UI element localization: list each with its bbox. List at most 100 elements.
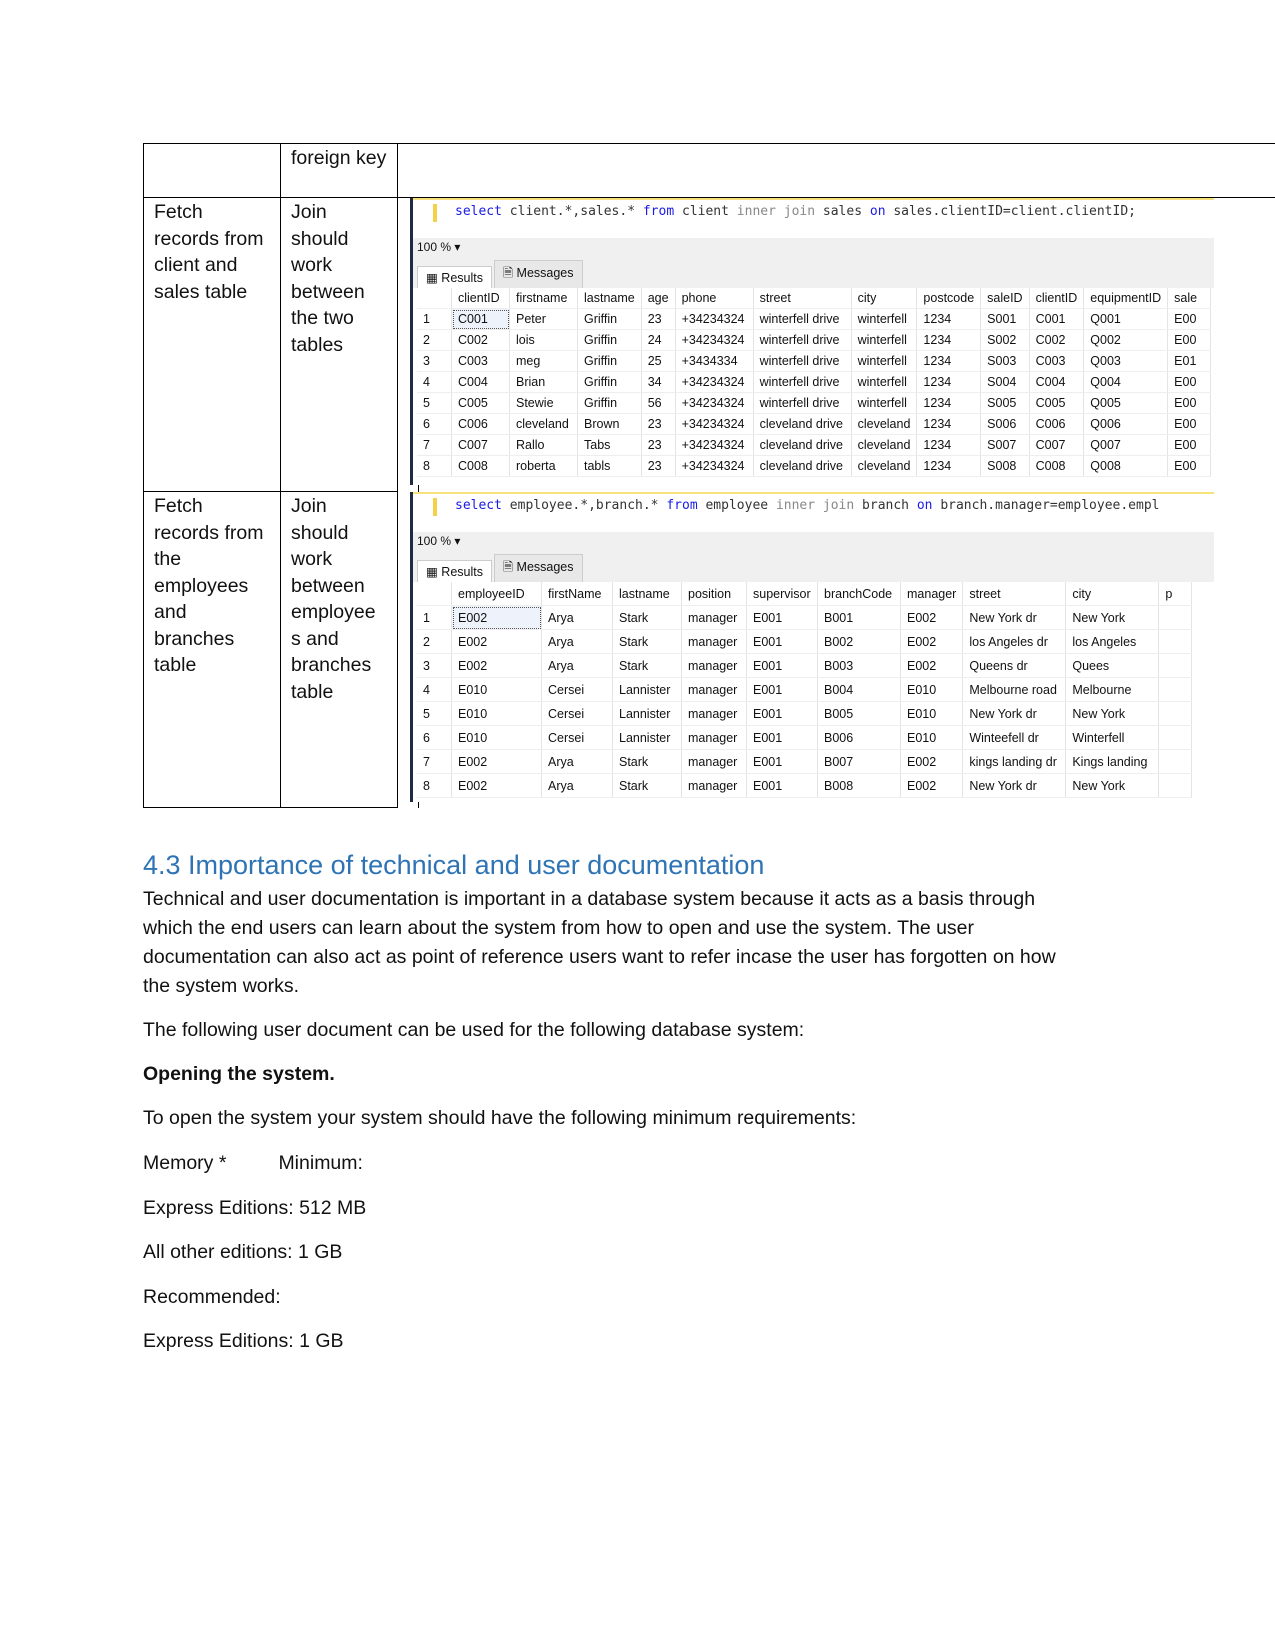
grid-cell[interactable]: winterfell — [851, 350, 918, 372]
grid-cell[interactable]: +34234324 — [675, 329, 754, 351]
grid-cell[interactable]: Arya — [541, 605, 613, 630]
grid-cell[interactable]: meg — [509, 350, 578, 372]
grid-cell[interactable]: los Angeles — [1065, 629, 1160, 654]
grid-cell[interactable]: manager — [681, 653, 747, 678]
grid-cell[interactable]: E002 — [900, 653, 964, 678]
grid-cell[interactable]: +34234324 — [675, 308, 754, 330]
grid-cell[interactable]: E001 — [746, 629, 818, 654]
grid-cell[interactable]: Cersei — [541, 701, 613, 726]
grid-cell[interactable] — [1158, 605, 1193, 630]
grid-cell[interactable]: Q006 — [1083, 413, 1169, 435]
grid-cell[interactable]: Melbourne road — [962, 677, 1067, 702]
grid-cell[interactable]: C007 — [1029, 434, 1085, 456]
grid-cell[interactable]: winterfell — [851, 371, 918, 393]
grid-cell[interactable]: Stark — [612, 749, 682, 774]
grid-cell[interactable]: E001 — [746, 677, 818, 702]
grid-cell[interactable]: C008 — [1029, 455, 1085, 477]
grid-cell[interactable]: 1234 — [916, 329, 982, 351]
grid-cell[interactable]: E001 — [746, 653, 818, 678]
grid-cell[interactable]: E002 — [900, 773, 964, 798]
grid-cell[interactable]: E00 — [1167, 371, 1212, 393]
grid-cell[interactable]: Winterfell — [1065, 725, 1160, 750]
grid-cell[interactable]: Lannister — [612, 701, 682, 726]
grid-cell[interactable]: S004 — [980, 371, 1030, 393]
grid-cell[interactable] — [1158, 749, 1193, 774]
column-header[interactable]: manager — [900, 582, 964, 606]
grid-cell[interactable]: S001 — [980, 308, 1030, 330]
grid-cell[interactable]: manager — [681, 725, 747, 750]
column-header[interactable]: lastname — [612, 582, 682, 606]
grid-cell[interactable]: New York dr — [962, 605, 1067, 630]
grid-cell[interactable]: 1234 — [916, 350, 982, 372]
column-header[interactable]: position — [681, 582, 747, 606]
grid-cell[interactable]: E001 — [746, 773, 818, 798]
grid-cell[interactable]: Melbourne — [1065, 677, 1160, 702]
sql-editor[interactable]: select client.*,sales.* from client inne… — [413, 198, 1214, 238]
grid-cell[interactable]: B005 — [817, 701, 901, 726]
grid-cell[interactable]: B003 — [817, 653, 901, 678]
grid-cell[interactable]: E00 — [1167, 308, 1212, 330]
grid-cell[interactable]: 1234 — [916, 371, 982, 393]
grid-cell[interactable]: winterfell drive — [753, 392, 852, 414]
grid-cell[interactable]: E00 — [1167, 392, 1212, 414]
grid-cell[interactable]: +34234324 — [675, 434, 754, 456]
grid-cell[interactable]: 1234 — [916, 413, 982, 435]
grid-cell[interactable]: E00 — [1167, 329, 1212, 351]
grid-cell[interactable]: S002 — [980, 329, 1030, 351]
grid-cell[interactable]: 5 — [417, 392, 452, 414]
grid-cell[interactable]: 7 — [417, 434, 452, 456]
grid-cell[interactable]: 4 — [417, 371, 452, 393]
grid-cell[interactable]: manager — [681, 701, 747, 726]
column-header[interactable]: clientID — [1029, 288, 1085, 309]
grid-cell[interactable]: Cersei — [541, 725, 613, 750]
grid-cell[interactable]: Stark — [612, 653, 682, 678]
grid-cell[interactable]: C002 — [1029, 329, 1085, 351]
grid-cell[interactable]: C004 — [1029, 371, 1085, 393]
grid-cell[interactable]: E002 — [900, 629, 964, 654]
grid-cell[interactable]: Stark — [612, 773, 682, 798]
grid-cell[interactable]: B002 — [817, 629, 901, 654]
grid-cell[interactable]: Queens dr — [962, 653, 1067, 678]
zoom-select[interactable]: 100 % ▾ — [413, 238, 1214, 262]
grid-cell[interactable]: E002 — [451, 605, 542, 630]
grid-cell[interactable]: cleveland — [851, 413, 918, 435]
grid-cell[interactable]: cleveland drive — [753, 413, 852, 435]
grid-cell[interactable]: New York dr — [962, 773, 1067, 798]
grid-cell[interactable]: C008 — [451, 455, 510, 477]
zoom-select[interactable]: 100 % ▾ — [413, 532, 1214, 556]
grid-cell[interactable]: E002 — [451, 629, 542, 654]
column-header[interactable] — [417, 288, 452, 309]
grid-cell[interactable]: E001 — [746, 605, 818, 630]
grid-cell[interactable] — [1158, 773, 1193, 798]
grid-cell[interactable]: Winteefell dr — [962, 725, 1067, 750]
grid-cell[interactable]: New York — [1065, 605, 1160, 630]
grid-cell[interactable]: Q004 — [1083, 371, 1169, 393]
grid-cell[interactable]: 1234 — [916, 392, 982, 414]
grid-cell[interactable]: E00 — [1167, 455, 1212, 477]
grid-cell[interactable]: Q008 — [1083, 455, 1169, 477]
grid-cell[interactable]: +34234324 — [675, 371, 754, 393]
grid-cell[interactable]: C003 — [1029, 350, 1085, 372]
grid-cell[interactable]: 23 — [641, 308, 676, 330]
column-header[interactable]: age — [641, 288, 676, 309]
grid-cell[interactable]: lois — [509, 329, 578, 351]
grid-cell[interactable]: tabls — [577, 455, 642, 477]
grid-cell[interactable]: Arya — [541, 653, 613, 678]
grid-cell[interactable]: Stark — [612, 629, 682, 654]
grid-cell[interactable]: 8 — [417, 455, 452, 477]
grid-cell[interactable]: S007 — [980, 434, 1030, 456]
tab-messages[interactable]: 🗎 Messages — [493, 260, 583, 288]
grid-cell[interactable]: S006 — [980, 413, 1030, 435]
grid-cell[interactable]: C005 — [1029, 392, 1085, 414]
grid-cell[interactable]: E010 — [451, 701, 542, 726]
grid-cell[interactable]: E002 — [900, 749, 964, 774]
grid-cell[interactable]: 6 — [417, 413, 452, 435]
column-header[interactable]: clientID — [451, 288, 510, 309]
column-header[interactable]: street — [753, 288, 852, 309]
grid-cell[interactable]: C006 — [1029, 413, 1085, 435]
grid-cell[interactable]: C002 — [451, 329, 510, 351]
grid-cell[interactable]: S008 — [980, 455, 1030, 477]
grid-cell[interactable]: winterfell — [851, 329, 918, 351]
grid-cell[interactable]: +34234324 — [675, 413, 754, 435]
grid-cell[interactable]: Q001 — [1083, 308, 1169, 330]
